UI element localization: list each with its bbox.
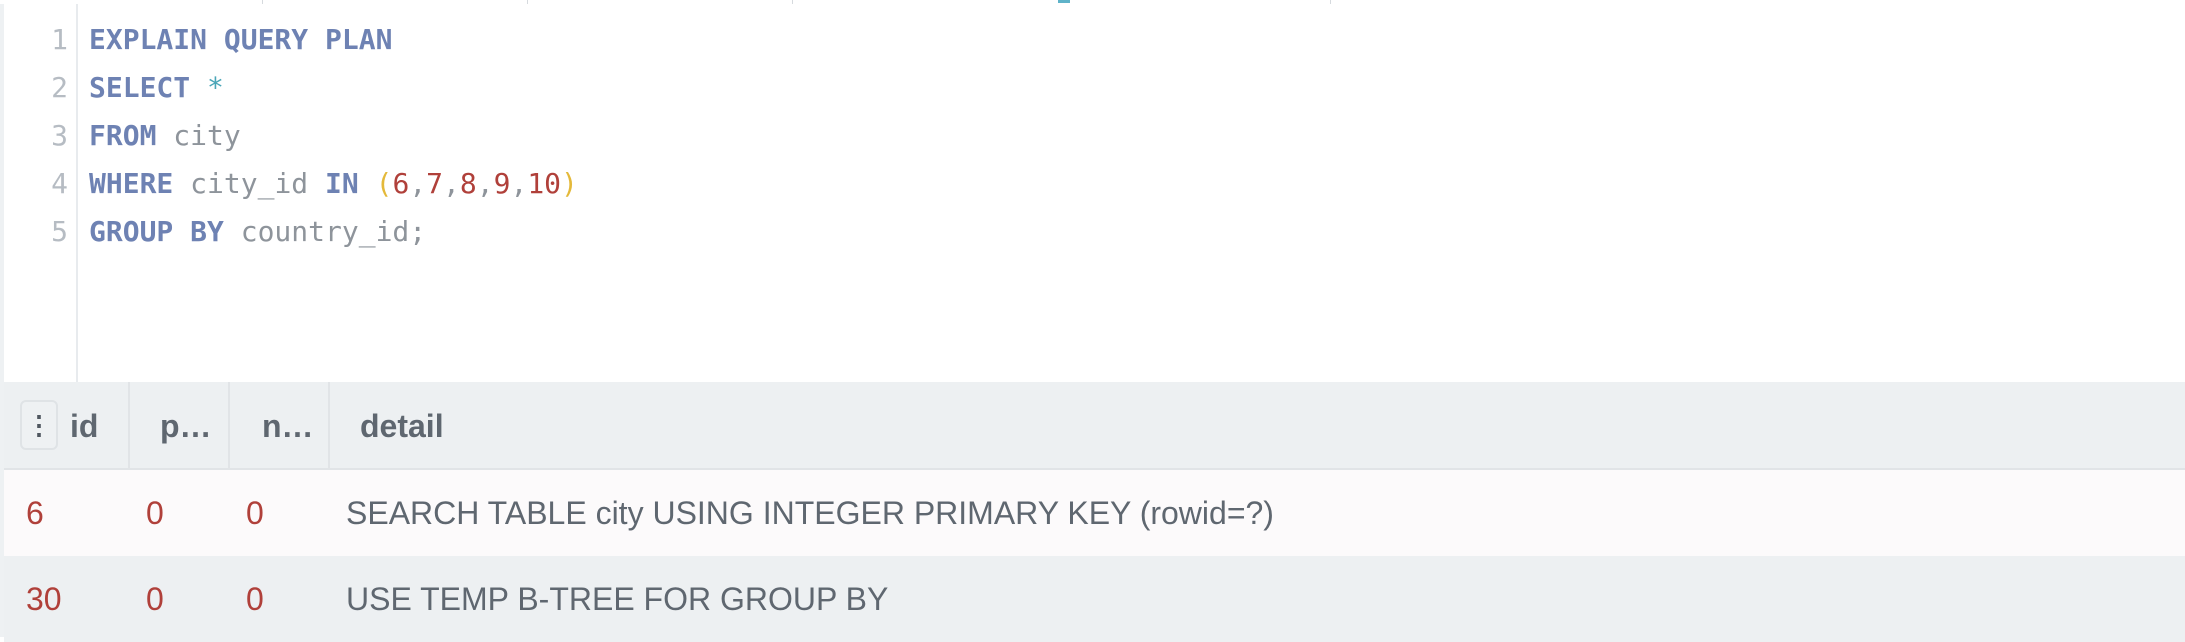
code-token: IN (325, 167, 359, 200)
column-header-n[interactable]: n… (230, 382, 330, 470)
cell-detail: USE TEMP B-TREE FOR GROUP BY (346, 580, 889, 617)
column-header-label: detail (360, 407, 444, 444)
table-row[interactable]: 30 0 0 USE TEMP B-TREE FOR GROUP BY (4, 556, 2185, 642)
column-header-p[interactable]: p… (130, 382, 230, 470)
cell-n: 0 (246, 494, 264, 531)
grid-header: ⋮ id p… n… detail (4, 382, 2185, 470)
code-token: WHERE (89, 167, 174, 200)
line-number: 4 (51, 167, 68, 200)
code-token: 10 (527, 167, 562, 200)
active-tab-indicator (1058, 0, 1070, 3)
cell-p: 0 (146, 580, 164, 617)
code-token: FROM (89, 119, 157, 152)
line-number: 1 (51, 23, 68, 56)
code-line[interactable]: GROUP BY country_id; (89, 208, 426, 256)
code-token: ( (375, 167, 393, 200)
code-token: , (409, 167, 427, 200)
table-row[interactable]: 6 0 0 SEARCH TABLE city USING INTEGER PR… (4, 470, 2185, 556)
sql-editor[interactable]: 1 2 3 4 5 EXPLAIN QUERY PLAN SELECT * FR… (0, 4, 2185, 382)
results-grid: ⋮ id p… n… detail 6 0 0 SEARCH TABLE cit… (0, 382, 2185, 642)
cell-id: 30 (26, 580, 62, 617)
code-token: , (476, 167, 494, 200)
column-header-detail[interactable]: detail (330, 382, 2185, 470)
code-line[interactable]: EXPLAIN QUERY PLAN (89, 16, 392, 64)
code-token: GROUP BY (89, 215, 224, 248)
code-token: SELECT (89, 71, 191, 104)
column-menu-button[interactable]: ⋮ (20, 400, 58, 450)
cell-n: 0 (246, 580, 264, 617)
code-token: EXPLAIN QUERY PLAN (89, 23, 393, 56)
cell-id: 6 (26, 494, 44, 531)
line-number-gutter: 1 2 3 4 5 (4, 4, 78, 382)
code-token: * (207, 71, 224, 104)
code-line[interactable]: WHERE city_id IN (6,7,8,9,10) (89, 160, 578, 208)
column-header-label: n… (262, 407, 314, 444)
code-token: 9 (493, 167, 511, 200)
code-token: , (443, 167, 460, 200)
column-header-label: p… (160, 407, 212, 444)
column-header-id[interactable]: id (70, 382, 130, 470)
cell-detail: SEARCH TABLE city USING INTEGER PRIMARY … (346, 494, 1274, 531)
code-token: 6 (392, 167, 410, 200)
code-token: city_id (173, 167, 326, 200)
code-token: 7 (426, 167, 444, 200)
code-token: country_id; (223, 215, 427, 248)
line-number: 5 (51, 215, 68, 248)
code-token: city (156, 119, 241, 152)
code-token: ) (561, 167, 578, 200)
code-token: 8 (459, 167, 477, 200)
vertical-ellipsis-icon: ⋮ (26, 410, 52, 440)
code-token: , (510, 167, 528, 200)
cell-p: 0 (146, 494, 164, 531)
column-header-label: id (70, 407, 99, 444)
code-line[interactable]: FROM city (89, 112, 241, 160)
line-number: 3 (51, 119, 68, 152)
code-line[interactable]: SELECT * (89, 64, 224, 112)
line-number: 2 (51, 71, 68, 104)
